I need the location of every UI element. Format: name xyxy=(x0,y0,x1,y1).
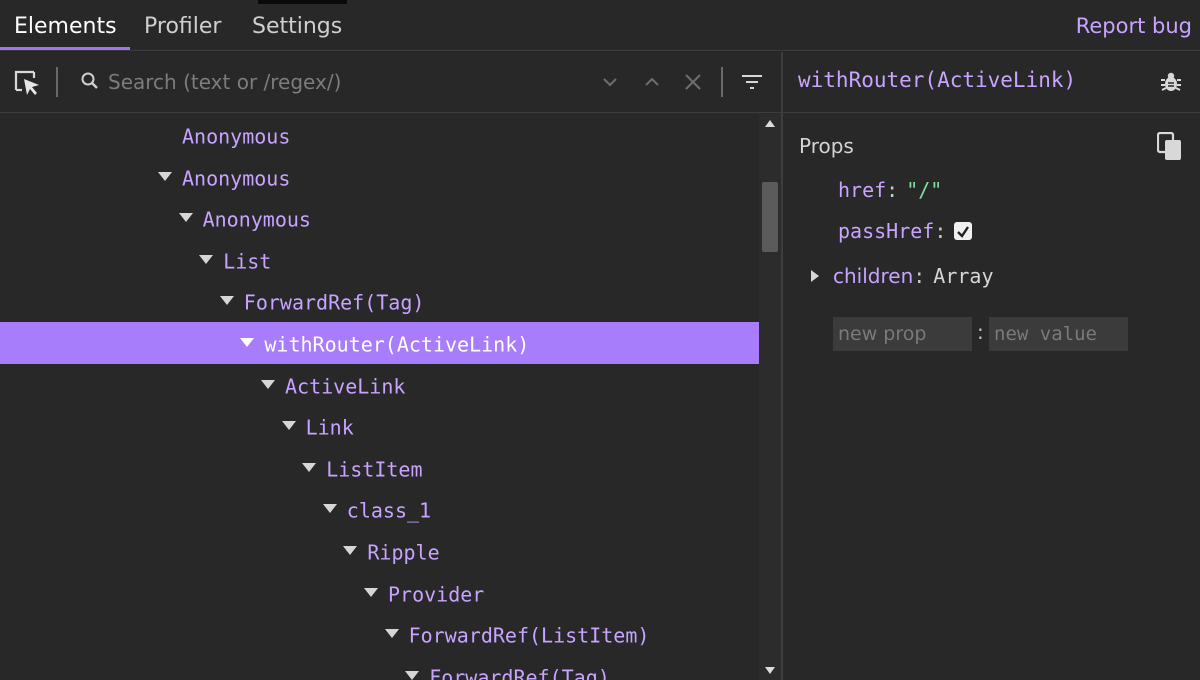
chevron-down-icon[interactable] xyxy=(598,70,622,94)
tree-row-label: Anonymous xyxy=(202,207,311,232)
prop-key: href xyxy=(838,178,887,202)
tree-row[interactable]: Anonymous xyxy=(0,156,759,198)
toolbar-separator xyxy=(721,67,723,97)
tree-row-label: withRouter(ActiveLink) xyxy=(264,332,530,357)
tree-row-label: Link xyxy=(305,415,354,440)
expand-caret-icon[interactable] xyxy=(199,254,214,264)
new-value-input[interactable] xyxy=(989,317,1128,351)
top-tab-bar: Elements Profiler Settings Report bug xyxy=(0,0,1200,51)
report-bug-link[interactable]: Report bug xyxy=(1076,14,1192,38)
expand-caret-icon[interactable] xyxy=(322,504,337,514)
scroll-up-arrow-icon[interactable] xyxy=(765,120,775,127)
new-prop-colon: : xyxy=(977,320,984,344)
prop-key: passHref xyxy=(838,219,935,243)
prop-value: Array xyxy=(933,264,994,288)
prop-colon: : xyxy=(934,219,947,243)
prop-colon: : xyxy=(886,178,899,202)
search-icon xyxy=(80,70,100,92)
expand-caret-icon[interactable] xyxy=(219,296,234,306)
tree-row[interactable]: class_1 xyxy=(0,488,759,530)
prop-value[interactable]: "/" xyxy=(906,178,942,202)
expand-caret-icon[interactable] xyxy=(302,462,317,472)
tree-row-label: class_1 xyxy=(346,498,432,523)
window-edge-mark xyxy=(258,0,347,4)
props-section-title: Props xyxy=(799,134,854,158)
tree-row-label: Anonymous xyxy=(182,124,291,149)
tree-row[interactable]: Anonymous xyxy=(0,114,759,156)
toolbar-separator xyxy=(56,67,58,97)
passhref-checkbox[interactable] xyxy=(954,221,973,240)
tree-row-label: ListItem xyxy=(326,457,423,482)
bug-icon[interactable] xyxy=(1159,70,1183,94)
component-tree: Anonymous Anonymous Anonymous List ForwardRe… xyxy=(0,114,759,680)
expand-caret-icon[interactable] xyxy=(384,629,399,639)
tree-row[interactable]: ListItem xyxy=(0,447,759,489)
search-input[interactable] xyxy=(108,66,588,98)
tree-row-label: ForwardRef(Tag) xyxy=(429,665,610,680)
tree-row[interactable]: ForwardRef(Tag) xyxy=(0,655,759,680)
scroll-down-arrow-icon[interactable] xyxy=(765,667,775,674)
tree-row[interactable]: Provider xyxy=(0,572,759,614)
tree-row-label: ForwardRef(Tag) xyxy=(243,290,425,315)
tree-toolbar xyxy=(0,52,781,113)
prop-href[interactable]: href: "/" xyxy=(838,178,942,202)
tree-scrollbar[interactable] xyxy=(759,114,781,680)
selected-component-name: withRouter(ActiveLink) xyxy=(798,68,1077,92)
chevron-up-icon[interactable] xyxy=(640,70,664,94)
component-tree-pane: Anonymous Anonymous Anonymous List ForwardRe… xyxy=(0,52,781,680)
expand-caret-icon[interactable] xyxy=(261,379,275,389)
tree-row[interactable]: Link xyxy=(0,405,759,447)
tab-settings[interactable]: Settings xyxy=(252,14,342,39)
tree-row-label: List xyxy=(223,249,272,274)
active-tab-indicator xyxy=(0,47,130,50)
expand-caret-icon[interactable] xyxy=(405,670,420,680)
inspector-pane: withRouter(ActiveLink) Props href: "/" pa… xyxy=(783,52,1200,680)
filter-icon[interactable] xyxy=(740,70,764,94)
tree-row[interactable]: withRouter(ActiveLink) xyxy=(0,322,759,364)
tree-row-label: Provider xyxy=(388,582,485,607)
tree-row[interactable]: ActiveLink xyxy=(0,364,759,406)
tree-row-label: ForwardRef(ListItem) xyxy=(408,623,650,648)
tree-row[interactable]: Ripple xyxy=(0,530,759,572)
inspector-header: withRouter(ActiveLink) xyxy=(783,52,1200,113)
prop-key: children xyxy=(833,264,914,288)
tree-row-label: ActiveLink xyxy=(285,374,406,399)
expand-caret-icon[interactable] xyxy=(158,171,172,181)
tab-profiler[interactable]: Profiler xyxy=(144,14,221,39)
expand-caret-icon[interactable] xyxy=(281,421,296,431)
expand-caret-icon[interactable] xyxy=(240,338,255,347)
tree-row-label: Anonymous xyxy=(182,166,291,191)
tree-row[interactable]: ForwardRef(Tag) xyxy=(0,280,759,322)
prop-children[interactable]: children: Array xyxy=(811,264,994,288)
expand-caret-icon[interactable] xyxy=(343,546,358,555)
inspect-element-icon[interactable] xyxy=(12,68,42,98)
tree-row[interactable]: List xyxy=(0,239,759,281)
expand-caret-icon[interactable] xyxy=(364,587,378,597)
tab-elements[interactable]: Elements xyxy=(14,14,117,39)
tree-row-label: Ripple xyxy=(367,540,440,565)
prop-passhref[interactable]: passHref: xyxy=(838,219,973,243)
scroll-thumb[interactable] xyxy=(762,182,778,252)
new-prop-input[interactable] xyxy=(833,317,972,351)
expand-caret-icon[interactable] xyxy=(811,269,819,282)
prop-colon: : xyxy=(913,264,926,288)
expand-caret-icon[interactable] xyxy=(178,213,193,223)
copy-icon[interactable] xyxy=(1156,131,1183,162)
tree-row[interactable]: ForwardRef(ListItem) xyxy=(0,613,759,655)
close-icon[interactable] xyxy=(681,70,705,94)
tree-row[interactable]: Anonymous xyxy=(0,197,759,239)
